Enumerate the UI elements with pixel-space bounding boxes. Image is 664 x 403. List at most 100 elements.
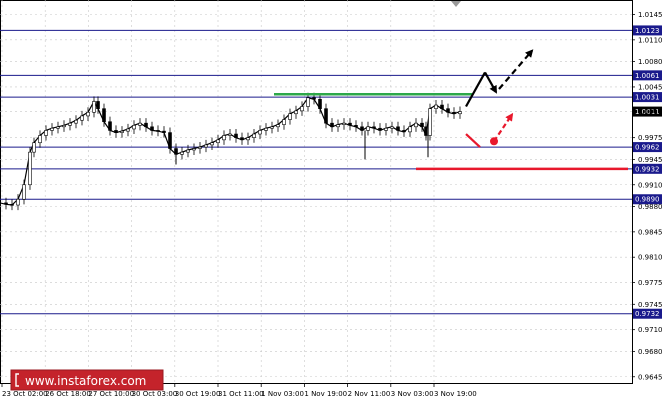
candle-body [330, 122, 334, 128]
y-tick-label: 1.0080 [638, 58, 663, 66]
candle-body [108, 121, 112, 131]
candle-body [74, 119, 78, 124]
candle-body [120, 130, 124, 133]
candle-body [446, 108, 450, 113]
candle-body [336, 124, 340, 128]
candle-body [396, 126, 400, 131]
y-tick-label: 1.0045 [638, 83, 663, 91]
x-tick-label: 30 Oct 19:00 [175, 390, 221, 398]
candle-body [114, 130, 118, 133]
y-tick-label: 0.9745 [638, 301, 663, 309]
y-tick-label: 0.9710 [638, 326, 663, 334]
candle-body [390, 126, 394, 129]
candle-body [342, 122, 346, 125]
plot-area [0, 0, 633, 384]
candle-body [204, 144, 208, 148]
candle-body [246, 137, 250, 141]
y-tick-label: 0.9975 [638, 134, 663, 142]
candle-body [16, 198, 20, 206]
level-badge-label: 0.9932 [635, 165, 660, 173]
candle-body [414, 122, 418, 128]
x-tick-label: 30 Oct 03:00 [132, 390, 178, 398]
candle-body [138, 122, 142, 126]
level-badge-label: 1.0123 [635, 27, 660, 35]
candle-body [270, 126, 274, 129]
candle-body [68, 122, 72, 126]
candle-body [222, 135, 226, 141]
candle-body [360, 126, 364, 131]
candle-body [10, 204, 14, 206]
candle-body [288, 113, 292, 120]
candle-body [240, 137, 244, 141]
candle-body [428, 108, 432, 136]
watermark: www.instaforex.com [10, 369, 164, 391]
candle-body [126, 128, 130, 132]
candle-body [86, 112, 90, 117]
candle-body [300, 106, 304, 112]
candle-body [306, 97, 310, 107]
candle-body [372, 126, 376, 129]
candle-body [4, 202, 8, 205]
candle-body [434, 104, 438, 109]
candle-body [324, 108, 328, 124]
y-tick-label: 1.0145 [638, 11, 663, 19]
candle-body [452, 112, 456, 115]
candle-body [22, 184, 26, 200]
candle-body [318, 98, 322, 109]
x-tick-label: 1 Nov 19:00 [304, 390, 347, 398]
candle-body [198, 146, 202, 149]
candle-body [162, 130, 166, 133]
candle-body [408, 126, 412, 133]
candle-body [402, 130, 406, 133]
y-tick-label: 0.9945 [638, 156, 663, 164]
candle-body [234, 133, 238, 138]
candle-body [354, 125, 358, 128]
x-tick-label: 2 Nov 11:00 [348, 390, 391, 398]
candle-body [348, 122, 352, 126]
candle-body [384, 127, 388, 131]
level-badge-label: 0.9962 [635, 144, 660, 152]
watermark-text: www.instaforex.com [25, 374, 146, 388]
candle-body [258, 130, 262, 135]
candle-body [168, 132, 172, 149]
candle-body [458, 111, 462, 115]
candle-body [44, 130, 48, 136]
candle-body [378, 127, 382, 131]
level-badge-label: 0.9732 [635, 310, 660, 318]
y-tick-label: 0.9845 [638, 228, 663, 236]
candle-body [440, 104, 444, 109]
x-tick-label: 27 Oct 10:00 [88, 390, 134, 398]
y-tick-label: 0.9810 [638, 254, 663, 262]
candle-body [96, 101, 100, 109]
candle-body [366, 126, 370, 131]
x-tick-label: 1 Nov 03:00 [261, 390, 304, 398]
candle-body [264, 127, 268, 131]
candle-body [186, 149, 190, 153]
level-badge-label: 1.0061 [635, 72, 660, 80]
x-tick-label: 26 Oct 18:00 [45, 390, 91, 398]
candle-body [228, 133, 232, 136]
candle-body [424, 126, 428, 136]
candle-body [80, 115, 84, 121]
y-tick-label: 0.9880 [638, 203, 663, 211]
candle-body [156, 130, 160, 132]
candle-body [282, 119, 286, 125]
candle-body [216, 139, 220, 144]
price-chart: 1.01231.00611.00310.99620.99320.98900.97… [0, 0, 663, 398]
y-tick-label: 0.9775 [638, 279, 663, 287]
candle-body [102, 108, 106, 123]
candle-body [32, 142, 36, 153]
x-tick-label: 31 Oct 11:00 [218, 390, 264, 398]
y-tick-label: 0.9910 [638, 181, 663, 189]
candle-body [174, 148, 178, 155]
x-tick-label: 3 Nov 19:00 [434, 390, 477, 398]
candle-body [180, 151, 184, 155]
x-tick-label: 23 Oct 02:00 [2, 390, 48, 398]
y-tick-label: 0.9645 [638, 373, 663, 381]
candle-body [132, 125, 136, 130]
y-tick-label: 1.0011 [638, 108, 663, 116]
candle-body [50, 127, 54, 131]
candle-body [144, 122, 148, 128]
candle-body [252, 133, 256, 138]
x-tick-label: 3 Nov 03:00 [391, 390, 434, 398]
